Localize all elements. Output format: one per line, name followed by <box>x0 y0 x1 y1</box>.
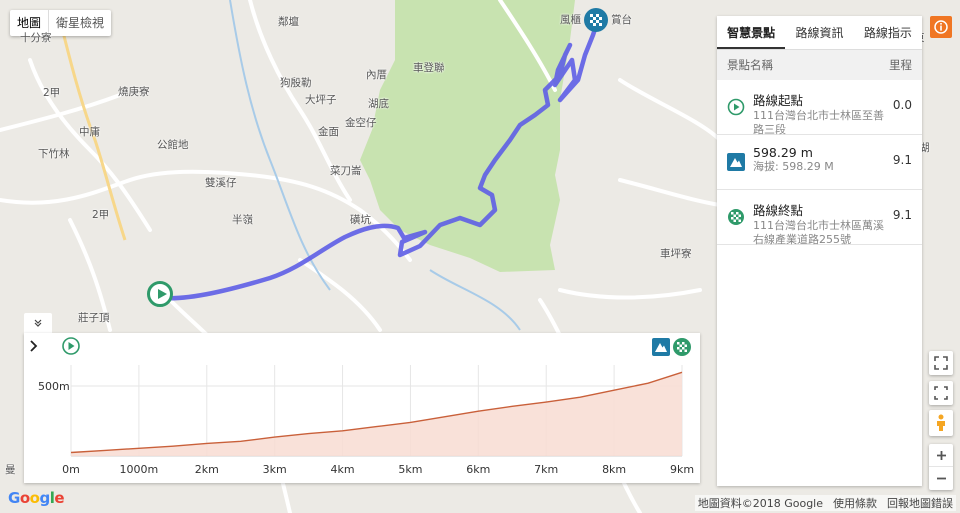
place-label: 曼 <box>5 464 16 476</box>
tab-directions[interactable]: 路線指示 <box>854 16 922 49</box>
poi-title: 598.29 m <box>753 145 813 160</box>
street-view-button[interactable] <box>929 410 953 436</box>
x-tick-label: 3km <box>263 463 287 476</box>
place-label: 燒庚寮 <box>118 86 150 98</box>
finish-flag-icon <box>728 209 744 225</box>
place-label: 公館地 <box>157 139 189 151</box>
tab-route-info[interactable]: 路線資訊 <box>785 16 853 49</box>
poi-list-item[interactable]: 598.29 m 海拔: 598.29 M 9.1 <box>717 135 922 190</box>
start-play-icon <box>727 98 745 116</box>
expand-arrow-icon[interactable] <box>30 340 38 352</box>
place-label: 十分寮 <box>20 32 52 44</box>
place-label: 大坪子 <box>305 94 337 106</box>
place-label: 車登聯 <box>413 62 445 74</box>
x-tick-label: 9km <box>670 463 694 476</box>
place-label: 莊子頂 <box>78 312 110 324</box>
y-tick-label: 500m <box>38 380 70 393</box>
x-tick-label: 0m <box>62 463 80 476</box>
place-label: 2甲 <box>92 209 110 221</box>
poi-distance: 9.1 <box>892 208 912 222</box>
poi-address: 111台灣台北市士林區萬溪右線產業道路255號 <box>753 219 884 246</box>
minus-icon <box>936 477 946 479</box>
fullscreen-icon <box>934 356 948 370</box>
poi-distance: 9.1 <box>892 153 912 167</box>
place-label: 下竹林 <box>38 148 70 160</box>
collapse-chart-button[interactable] <box>24 313 52 333</box>
chart-start-icon <box>62 337 80 355</box>
x-tick-label: 8km <box>602 463 626 476</box>
place-label: 風櫃 <box>560 14 581 26</box>
map-data-attribution: 地圖資料©2018 Google <box>697 497 823 510</box>
place-label: 磺坑 <box>350 214 371 226</box>
place-label: 金面 <box>318 126 339 138</box>
report-error-link[interactable]: 回報地圖錯誤 <box>887 495 953 511</box>
start-marker-icon[interactable] <box>147 281 173 307</box>
google-logo: Google <box>8 489 65 507</box>
chart-mountain-icon <box>652 338 670 356</box>
mountain-icon <box>727 153 745 171</box>
expand-icon <box>934 386 948 400</box>
finish-marker-icon[interactable] <box>584 8 608 32</box>
panel-tabs: 智慧景點 路線資訊 路線指示 <box>717 16 922 50</box>
x-tick-label: 6km <box>466 463 490 476</box>
place-label: 菜刀崙 <box>330 165 362 177</box>
poi-name-header: 景點名稱 <box>727 58 773 72</box>
poi-title: 路線起點 <box>753 93 804 108</box>
place-label: 雙溪仔 <box>205 177 237 189</box>
place-label: 2甲 <box>43 87 61 99</box>
place-label: 內厝 <box>366 69 387 81</box>
elevation-area <box>71 372 682 456</box>
poi-distance: 0.0 <box>892 98 912 112</box>
place-label: 狗殷勒 <box>280 77 312 89</box>
poi-title: 路線終點 <box>753 203 804 218</box>
poi-list-item[interactable]: 路線起點 111台灣台北市士林區至善路三段 0.0 <box>717 80 922 136</box>
chart-finish-icon <box>673 338 691 356</box>
poi-address: 海拔: 598.29 M <box>753 160 834 173</box>
place-label: 賞台 <box>611 14 632 26</box>
poi-distance-header: 里程 <box>889 58 912 72</box>
pegman-icon <box>937 414 945 431</box>
x-tick-label: 5km <box>398 463 422 476</box>
route-side-panel: 智慧景點 路線資訊 路線指示 景點名稱 里程 路線起點 111台灣台北市士林區至… <box>717 16 922 486</box>
poi-address: 111台灣台北市士林區至善路三段 <box>753 109 884 136</box>
place-label: 湖底 <box>368 98 389 110</box>
info-icon <box>934 20 948 34</box>
terms-link[interactable]: 使用條款 <box>833 495 877 511</box>
plus-icon <box>936 451 946 460</box>
fullscreen-button[interactable] <box>929 351 953 375</box>
poi-list-header: 景點名稱 里程 <box>717 50 922 80</box>
place-label: 半嶺 <box>232 214 253 226</box>
x-tick-label: 2km <box>195 463 219 476</box>
x-tick-label: 1000m <box>120 463 159 476</box>
double-chevron-down-icon <box>34 319 42 327</box>
map-fullscreen-button[interactable] <box>929 381 953 405</box>
place-label: 車坪寮 <box>660 248 692 260</box>
map-type-satellite-button[interactable]: 衛星檢視 <box>48 10 111 36</box>
place-label: 金空仔 <box>345 117 377 129</box>
elevation-chart[interactable]: 0m 1000m 2km 3km 4km 5km 6km 7km 8km 9km 500m <box>24 333 700 483</box>
zoom-control <box>929 444 953 490</box>
place-label: 中庸 <box>79 126 100 138</box>
x-tick-label: 4km <box>331 463 355 476</box>
place-label: 鄰壇 <box>278 16 299 28</box>
x-tick-label: 7km <box>534 463 558 476</box>
zoom-out-button[interactable] <box>929 467 953 489</box>
poi-list-item[interactable]: 路線終點 111台灣台北市士林區萬溪右線產業道路255號 9.1 <box>717 190 922 246</box>
info-button[interactable] <box>930 16 952 38</box>
zoom-in-button[interactable] <box>929 445 953 467</box>
map-footer: 地圖資料©2018 Google 使用條款 回報地圖錯誤 <box>694 495 956 511</box>
elevation-chart-card: 0m 1000m 2km 3km 4km 5km 6km 7km 8km 9km 500m <box>24 333 700 483</box>
tab-smart-poi[interactable]: 智慧景點 <box>717 16 786 49</box>
